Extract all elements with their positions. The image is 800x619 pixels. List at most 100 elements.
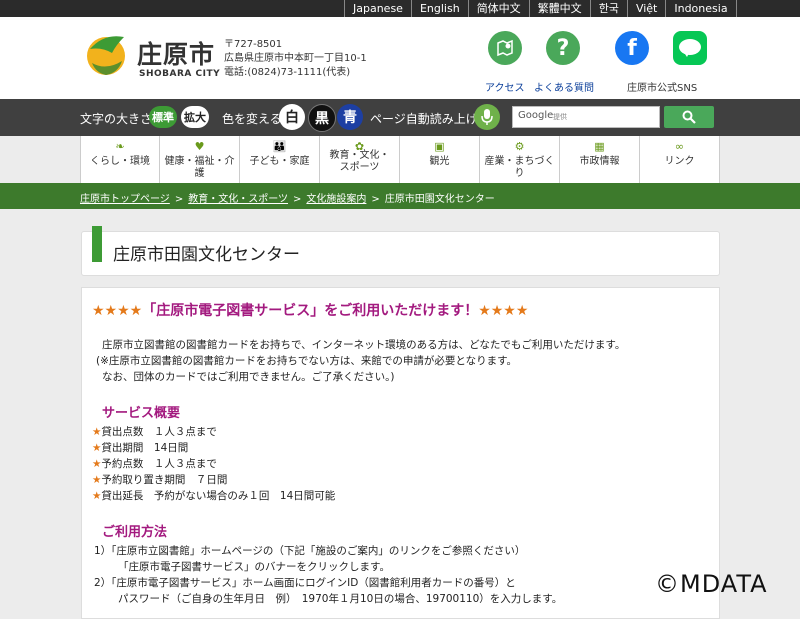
facebook-icon: f: [615, 31, 649, 65]
intro-line-2: (※庄原市立図書館の図書館カードをお持ちでない方は、来館での申請が必要となります…: [96, 355, 518, 367]
list-item-text: 貸出延長 予約がない場合のみ１回 14日間可能: [101, 490, 336, 502]
list-item: ★貸出点数 １人３点まで: [92, 424, 217, 439]
faq-link[interactable]: ?: [546, 31, 580, 65]
font-size-label: 文字の大きさ: [80, 112, 153, 126]
microphone-icon: [481, 109, 493, 125]
star-bullet: ★: [92, 458, 102, 470]
lang-japanese[interactable]: Japanese: [344, 0, 411, 17]
nav-item-living[interactable]: ❧ くらし・環境: [80, 136, 160, 183]
usage-step-1-cont: 「庄原市電子図書サービス」のバナーをクリックします。: [118, 561, 390, 573]
read-aloud-button[interactable]: [474, 104, 500, 130]
nav-item-education[interactable]: ✿ 教育・文化・スポーツ: [320, 136, 400, 183]
breadcrumb-separator: >: [293, 194, 302, 205]
lang-simplified-chinese[interactable]: 简体中文: [467, 0, 529, 17]
faq-label[interactable]: よくある質問: [534, 79, 594, 94]
lang-korean[interactable]: 한국: [589, 0, 627, 17]
nav-label: 教育・文化・スポーツ: [329, 150, 390, 173]
nav-label: 市政情報: [579, 156, 620, 167]
overview-heading: サービス概要: [102, 406, 181, 421]
star-bullet: ★: [92, 426, 102, 438]
page-title-box: 庄原市田園文化センター: [81, 226, 720, 276]
usage-step-1: 1）「庄原市立図書館」ホームページの（下記「施設のご案内」のリンクをご参照くださ…: [94, 545, 526, 557]
list-item: ★予約点数 １人３点まで: [92, 456, 217, 471]
lang-vietnamese[interactable]: Việt: [626, 0, 665, 17]
nav-label: くらし・環境: [90, 156, 150, 167]
industry-icon: ⚙: [514, 140, 525, 153]
language-bar: Japanese English 简体中文 繁體中文 한국 Việt Indon…: [0, 0, 800, 17]
nav-item-links[interactable]: ∞ リンク: [640, 136, 720, 183]
usage-step-2-cont: パスワード（ご自身の生年月日 例） 1970年１月10日の場合、19700110…: [118, 593, 563, 605]
search-button[interactable]: [664, 106, 714, 128]
access-link[interactable]: [488, 31, 522, 65]
font-standard-button[interactable]: 標準: [149, 106, 177, 128]
list-item-text: 貸出期間 14日間: [101, 442, 189, 454]
color-label: 色を変える: [222, 112, 282, 126]
nav-label: 健康・福祉・介護: [164, 156, 235, 179]
star-bullet: ★: [92, 442, 102, 454]
city-address: 〒727-8501 広島県庄原市中本町一丁目10-1 電話:(0824)73-1…: [224, 38, 367, 80]
lang-indonesian[interactable]: Indonesia: [665, 0, 737, 17]
breadcrumb-link-facilities[interactable]: 文化施設案内: [306, 194, 366, 205]
heart-icon: ♥: [194, 140, 205, 153]
lang-english[interactable]: English: [410, 0, 468, 17]
title-accent-bar: [92, 226, 102, 262]
city-logo-icon[interactable]: [82, 31, 128, 77]
list-item-text: 予約点数 １人３点まで: [101, 458, 217, 470]
watermark: ©MDATA: [655, 570, 768, 598]
breadcrumb-link-top[interactable]: 庄原市トップページ: [80, 194, 170, 205]
leaf-icon: ❧: [115, 140, 125, 153]
font-large-button[interactable]: 拡大: [181, 106, 209, 128]
line-icon: [673, 31, 707, 65]
breadcrumb-separator: >: [371, 194, 380, 205]
read-aloud-label: ページ自動読み上げ: [370, 112, 478, 126]
family-icon: 👪: [272, 140, 287, 153]
line-link[interactable]: [673, 31, 707, 65]
color-blue-button[interactable]: 青: [337, 104, 363, 130]
global-nav: ❧ くらし・環境 ♥ 健康・福祉・介護 👪 子ども・家庭 ✿ 教育・文化・スポー…: [80, 136, 720, 183]
list-item: ★貸出期間 14日間: [92, 440, 188, 455]
nav-item-tourism[interactable]: ▣ 観光: [400, 136, 480, 183]
link-icon: ∞: [674, 140, 685, 153]
nav-item-health[interactable]: ♥ 健康・福祉・介護: [160, 136, 240, 183]
nav-item-children[interactable]: 👪 子ども・家庭: [240, 136, 320, 183]
color-black-button[interactable]: 黒: [308, 104, 336, 132]
access-label[interactable]: アクセス: [485, 79, 525, 94]
logo-text: 庄原市: [137, 40, 216, 69]
page-title: 庄原市田園文化センター: [113, 245, 300, 265]
nav-item-industry[interactable]: ⚙ 産業・まちづくり: [480, 136, 560, 183]
camera-icon: ▣: [434, 140, 445, 153]
logo-english-text: SHOBARA CITY: [139, 69, 221, 79]
postal-code: 〒727-8501: [224, 39, 283, 50]
nav-label: 産業・まちづくり: [484, 156, 555, 179]
usage-heading: ご利用方法: [102, 525, 168, 540]
star-decoration-left: ★★★★: [92, 303, 143, 319]
content-headline: ★★★★「庄原市電子図書サービス」をご利用いただけます！★★★★: [92, 300, 528, 320]
headline-text: 「庄原市電子図書サービス」をご利用いただけます！: [142, 303, 479, 319]
sns-label: 庄原市公式SNS: [627, 83, 698, 94]
facebook-link[interactable]: f: [615, 31, 649, 65]
nav-label: 観光: [429, 156, 450, 167]
intro-line-3: なお、団体のカードではご利用できません。ご了承ください。): [102, 371, 395, 383]
nav-label: リンク: [664, 156, 695, 167]
site-header: 庄原市 SHOBARA CITY 〒727-8501 広島県庄原市中本町一丁目1…: [0, 17, 800, 99]
map-icon: [488, 31, 522, 65]
star-bullet: ★: [92, 474, 102, 486]
search-brand: Google: [518, 110, 554, 121]
star-bullet: ★: [92, 490, 102, 502]
building-icon: ▦: [594, 140, 605, 153]
breadcrumb-separator: >: [174, 194, 184, 205]
nav-label: 子ども・家庭: [249, 156, 310, 167]
nav-item-government[interactable]: ▦ 市政情報: [560, 136, 640, 183]
search-input[interactable]: Google 提供: [512, 106, 660, 128]
list-item-text: 予約取り置き期間 ７日間: [101, 474, 228, 486]
list-item-text: 貸出点数 １人３点まで: [101, 426, 217, 438]
intro-line-1: 庄原市立図書館の図書館カードをお持ちで、インターネット環境のある方は、どなたでも…: [102, 339, 626, 351]
color-white-button[interactable]: 白: [279, 104, 305, 130]
lang-traditional-chinese[interactable]: 繁體中文: [528, 0, 590, 17]
accessibility-toolbar: 文字の大きさ 標準 拡大 色を変える 白 黒 青 ページ自動読み上げ Googl…: [0, 99, 800, 136]
breadcrumb-current: 庄原市田園文化センター: [384, 194, 495, 205]
list-item: ★予約取り置き期間 ７日間: [92, 472, 227, 487]
breadcrumb-link-education[interactable]: 教育・文化・スポーツ: [188, 194, 288, 205]
question-icon: ?: [546, 31, 580, 65]
list-item: ★貸出延長 予約がない場合のみ１回 14日間可能: [92, 488, 335, 503]
